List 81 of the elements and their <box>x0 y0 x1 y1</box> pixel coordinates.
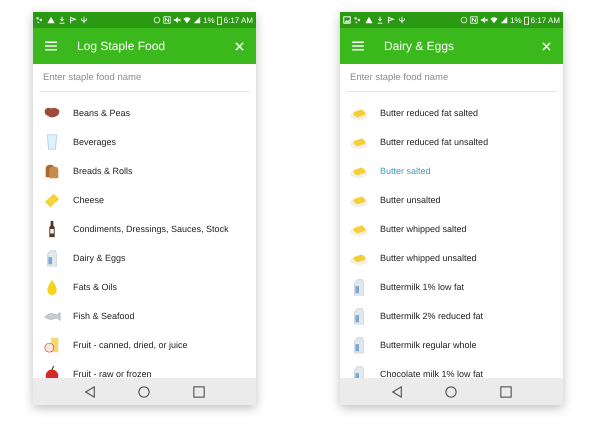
item-label: Butter salted <box>380 166 431 176</box>
item-label: Fish & Seafood <box>73 310 135 320</box>
list-item[interactable]: Fats & Oils <box>33 272 256 301</box>
item-label: Beverages <box>73 136 116 146</box>
item-label: Butter reduced fat salted <box>380 108 478 118</box>
nfc-icon <box>163 16 172 24</box>
circle-icon <box>153 16 162 24</box>
cheese-icon <box>43 190 61 208</box>
item-label: Fruit - raw or frozen <box>73 368 152 378</box>
back-icon[interactable] <box>391 386 404 398</box>
item-label: Butter whipped unsalted <box>380 252 477 262</box>
list-item[interactable]: Cheese <box>33 185 256 214</box>
list-item[interactable]: Buttermilk 2% reduced fat <box>340 301 563 330</box>
nfc-icon <box>470 16 478 24</box>
item-label: Butter unsalted <box>380 194 441 204</box>
flag-icon <box>69 16 77 24</box>
apple-icon <box>43 364 61 378</box>
list-item[interactable]: Beans & Peas <box>33 98 256 127</box>
usb-icon <box>398 16 406 24</box>
usb-icon <box>80 16 88 24</box>
list-item[interactable]: Dairy & Eggs <box>33 243 256 272</box>
list-item[interactable]: Breads & Rolls <box>33 156 256 185</box>
battery-icon <box>524 16 529 24</box>
list-item[interactable]: Butter reduced fat unsalted <box>340 127 563 156</box>
home-icon[interactable] <box>445 386 458 398</box>
download-icon <box>58 16 66 24</box>
warning-icon <box>365 16 373 24</box>
list-item[interactable]: Butter whipped unsalted <box>340 243 563 272</box>
download-icon <box>376 16 384 24</box>
item-label: Dairy & Eggs <box>73 252 126 262</box>
circle-icon <box>460 16 468 24</box>
list-item[interactable]: Butter whipped salted <box>340 214 563 243</box>
bread-icon <box>43 162 61 180</box>
list-item[interactable]: Buttermilk regular whole <box>340 330 563 359</box>
signal-icon <box>500 16 508 24</box>
item-label: Butter reduced fat unsalted <box>380 136 488 146</box>
item-label: Buttermilk 1% low fat <box>380 282 464 292</box>
recents-icon[interactable] <box>192 386 205 398</box>
list-item[interactable]: Beverages <box>33 127 256 156</box>
app-bar-title: Dairy & Eggs <box>384 39 456 53</box>
close-icon[interactable] <box>542 42 551 50</box>
item-label: Fruit - canned, dried, or juice <box>73 340 188 350</box>
item-label: Cheese <box>73 194 104 204</box>
battery-icon <box>216 16 222 24</box>
app-bar-title: Log Staple Food <box>77 39 166 53</box>
list-item[interactable]: Buttermilk 1% low fat <box>340 272 563 301</box>
list-item[interactable]: Fish & Seafood <box>33 301 256 330</box>
item-label: Buttermilk 2% reduced fat <box>380 310 484 320</box>
list-item[interactable]: Condiments, Dressings, Sauces, Stock <box>33 214 256 243</box>
item-label: Breads & Rolls <box>73 166 133 176</box>
dots-icon <box>36 16 44 24</box>
wifi-icon <box>490 16 498 24</box>
menu-icon[interactable] <box>352 41 364 51</box>
item-label: Butter whipped salted <box>380 224 467 234</box>
recents-icon[interactable] <box>500 386 512 398</box>
status-time: 6:17 AM <box>530 16 560 24</box>
status-time: 6:17 AM <box>224 16 253 24</box>
item-label: Buttermilk regular whole <box>380 340 477 350</box>
item-label: Condiments, Dressings, Sauces, Stock <box>73 224 229 234</box>
list-item[interactable]: Butter unsalted <box>340 185 563 214</box>
list-item[interactable]: Butter reduced fat salted <box>340 98 563 127</box>
home-icon[interactable] <box>138 386 150 398</box>
item-label: Beans & Peas <box>73 108 130 118</box>
item-label: Fats & Oils <box>73 282 118 292</box>
menu-icon[interactable] <box>45 41 57 51</box>
list-item[interactable]: Fruit - raw or frozen <box>33 359 256 378</box>
mute-icon <box>480 16 488 24</box>
battery-percent: 1% <box>203 16 215 24</box>
item-label: Chocolate milk 1% low fat <box>380 368 484 378</box>
dots-icon <box>354 16 362 24</box>
close-icon[interactable] <box>235 42 244 50</box>
mute-icon <box>173 16 182 24</box>
image-icon <box>343 16 351 24</box>
juice-icon <box>43 336 61 354</box>
back-icon[interactable] <box>84 386 96 398</box>
signal-icon <box>193 16 202 24</box>
flag-icon <box>387 16 395 24</box>
warning-icon <box>47 16 55 24</box>
list-item[interactable]: Fruit - canned, dried, or juice <box>33 330 256 359</box>
battery-percent: 1% <box>510 16 522 24</box>
wifi-icon <box>183 16 192 24</box>
